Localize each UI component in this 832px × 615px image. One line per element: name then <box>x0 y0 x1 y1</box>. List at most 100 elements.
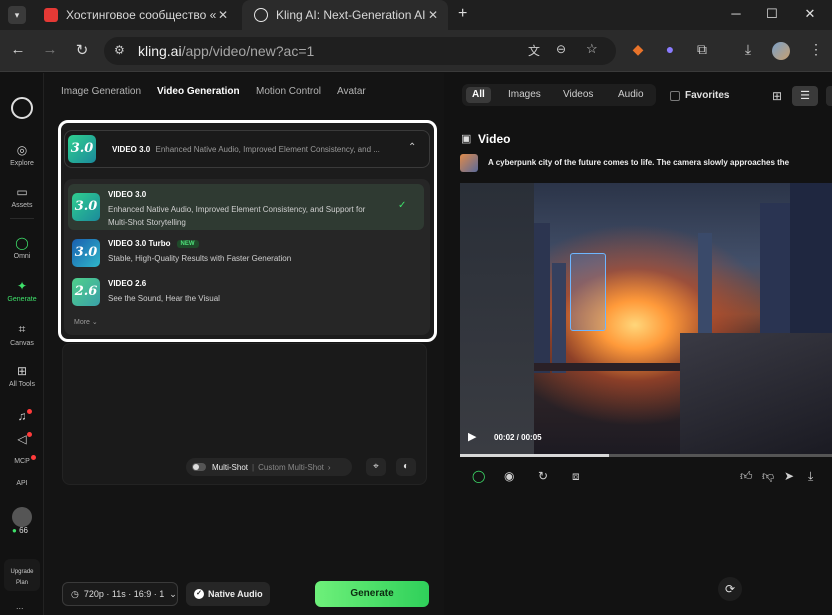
filter-images[interactable]: Images <box>502 88 547 102</box>
chevron-up-icon[interactable]: ⌃ <box>408 142 416 153</box>
announcements-button[interactable]: ◁ <box>0 432 44 449</box>
zoom-icon[interactable]: ⊖ <box>556 42 566 56</box>
highway <box>680 333 832 456</box>
selected-model-text: VIDEO 3.0 Enhanced Native Audio, Improve… <box>112 145 380 154</box>
translate-icon[interactable]: 文 <box>528 42 540 59</box>
model-option-video-2-6[interactable]: 2.6 VIDEO 2.6 See the Sound, Hear the Vi… <box>68 273 424 311</box>
location-pin-button[interactable]: ⌖ <box>366 458 386 476</box>
browser-menu-icon[interactable]: ⋮ <box>806 41 826 58</box>
filter-all[interactable]: All <box>466 87 491 103</box>
eye-icon[interactable]: ◉ <box>504 469 514 483</box>
reload-icon[interactable]: ↻ <box>72 41 92 59</box>
chevron-down-icon: ⌄ <box>169 588 177 599</box>
close-tab-icon[interactable]: ✕ <box>218 8 228 22</box>
minimize-icon[interactable]: ─ <box>726 6 746 21</box>
model-thumbnail: 3.0 <box>72 193 100 221</box>
video-player[interactable]: ▶ 00:02 / 00:05 <box>460 183 832 456</box>
extend-icon[interactable]: ⧈ <box>572 469 580 484</box>
bookmark-star-icon[interactable]: ☆ <box>586 41 598 57</box>
multi-shot-control[interactable]: Multi-Shot | Custom Multi-Shot › <box>186 458 352 476</box>
option-name: VIDEO 2.6 <box>108 279 147 288</box>
favorites-label[interactable]: Favorites <box>685 90 729 101</box>
maximize-icon[interactable]: ☐ <box>762 6 782 22</box>
model-option-video-3-0-turbo[interactable]: 3.0 VIDEO 3.0 Turbo NEW Stable, High-Qual… <box>68 233 424 273</box>
rail-item-omni[interactable]: ◯ Omni <box>0 236 44 260</box>
model-option-video-3-0[interactable]: 3.0 VIDEO 3.0 Enhanced Native Audio, Imp… <box>68 184 424 230</box>
redo-icon[interactable]: ↻ <box>538 469 548 483</box>
credits-counter[interactable]: ● 66 <box>12 526 28 535</box>
upgrade-plan-button[interactable]: Upgrade Plan <box>4 559 40 591</box>
extension-ghost-icon[interactable]: ● <box>660 41 680 57</box>
rail-item-all-tools[interactable]: ⊞ All Tools <box>0 364 44 388</box>
url-path: /app/video/new?ac=1 <box>181 43 315 59</box>
custom-multi-shot-link[interactable]: Custom Multi-Shot <box>258 463 324 472</box>
filter-audio[interactable]: Audio <box>612 88 650 102</box>
effects-button[interactable]: ◐ <box>396 458 416 476</box>
rail-item-api[interactable]: API <box>0 480 44 487</box>
tab-motion-control[interactable]: Motion Control <box>256 86 321 97</box>
download-icon[interactable]: ⤓ <box>808 469 813 484</box>
grid-view-icon[interactable]: ⊞ <box>772 89 782 103</box>
results-panel: All Images Videos Audio Favorites ⊞ ☰ ▣ … <box>446 73 832 615</box>
notifications-bell[interactable]: ♫ <box>0 409 44 426</box>
tab-avatar[interactable]: Avatar <box>337 86 366 97</box>
share-icon[interactable]: ➤ <box>784 469 794 483</box>
chevron-down-icon: ⌄ <box>91 319 98 326</box>
left-rail: ◎ Explore ▭ Assets ◯ Omni ✦ Generate ⌗ Canvas… <box>0 73 44 615</box>
sparkle-icon: ✦ <box>16 279 28 293</box>
profile-avatar[interactable] <box>772 42 790 60</box>
rail-item-explore[interactable]: ◎ Explore <box>0 143 44 167</box>
filter-videos[interactable]: Videos <box>557 88 599 102</box>
tab-image-generation[interactable]: Image Generation <box>61 86 141 97</box>
seek-bar[interactable] <box>460 454 832 457</box>
seek-progress <box>460 454 609 457</box>
extensions-puzzle-icon[interactable]: ⧉ <box>692 41 712 58</box>
credits-value: 66 <box>19 526 28 535</box>
grid-icon: ⊞ <box>16 364 28 378</box>
tab-kling[interactable]: Kling AI: Next-Generation AI Cr ✕ <box>242 0 448 30</box>
left-shadow <box>460 183 534 456</box>
extension-fox-icon[interactable]: ◆ <box>628 41 648 58</box>
video-time: 00:02 / 00:05 <box>494 433 542 442</box>
native-audio-label: Native Audio <box>208 589 263 599</box>
address-bar[interactable]: ⚙ kling.ai/app/video/new?ac=1 文 ⊖ ☆ <box>104 37 616 65</box>
rail-item-assets[interactable]: ▭ Assets <box>0 185 44 209</box>
generate-button[interactable]: Generate <box>315 581 429 607</box>
user-avatar[interactable] <box>12 507 32 527</box>
thumbs-up-icon[interactable]: 👍︎ <box>740 469 753 484</box>
back-icon[interactable]: ← <box>8 41 28 58</box>
more-models-button[interactable]: More ⌄ <box>74 318 98 326</box>
kling-logo-icon[interactable] <box>11 97 33 119</box>
rail-item-mcp[interactable]: MCP <box>0 458 44 465</box>
play-icon[interactable]: ▶ <box>468 430 476 443</box>
generation-settings[interactable]: ◷ 720p · 11s · 16:9 · 1 ⌄ <box>62 582 178 606</box>
forward-icon[interactable]: → <box>40 41 60 58</box>
section-title: Video <box>478 132 511 146</box>
selected-model-desc: Enhanced Native Audio, Improved Element … <box>155 145 380 154</box>
option-name-row: VIDEO 3.0 Turbo NEW <box>108 239 199 248</box>
new-tab-button[interactable]: + <box>458 5 467 23</box>
close-tab-icon[interactable]: ✕ <box>428 8 438 22</box>
site-info-icon[interactable]: ⚙ <box>114 43 125 57</box>
settings-summary: 720p · 11s · 16:9 · 1 <box>83 589 165 599</box>
native-audio-toggle[interactable]: ✓ Native Audio <box>186 582 270 606</box>
thumbs-down-icon[interactable]: 👎︎ <box>762 469 774 484</box>
option-desc: Stable, High-Quality Results with Faster… <box>108 254 292 263</box>
close-window-icon[interactable]: ✕ <box>800 6 820 22</box>
omni-icon[interactable]: ◯ <box>472 469 485 483</box>
multi-shot-toggle[interactable] <box>192 463 206 471</box>
tab-timeweb[interactable]: Хостинговое сообщество «Tim ✕ <box>32 0 238 30</box>
favorites-checkbox[interactable] <box>670 91 680 101</box>
list-view-icon[interactable]: ☰ <box>792 86 818 106</box>
model-select-trigger[interactable]: 3.0 VIDEO 3.0 Enhanced Native Audio, Imp… <box>64 130 430 168</box>
credit-icon: ● <box>12 526 17 535</box>
rail-item-canvas[interactable]: ⌗ Canvas <box>0 322 44 347</box>
tab-video-generation[interactable]: Video Generation <box>157 86 240 97</box>
more-rail-button[interactable]: ... <box>16 601 24 611</box>
download-icon[interactable]: ⤓ <box>738 41 758 58</box>
refresh-feed-icon[interactable]: ⟳ <box>718 577 742 601</box>
tab-search-icon[interactable]: ▾ <box>8 6 26 24</box>
option-name: VIDEO 3.0 Turbo <box>108 239 171 248</box>
rail-item-generate[interactable]: ✦ Generate <box>0 279 44 303</box>
upgrade-line-1: Upgrade <box>10 569 34 575</box>
